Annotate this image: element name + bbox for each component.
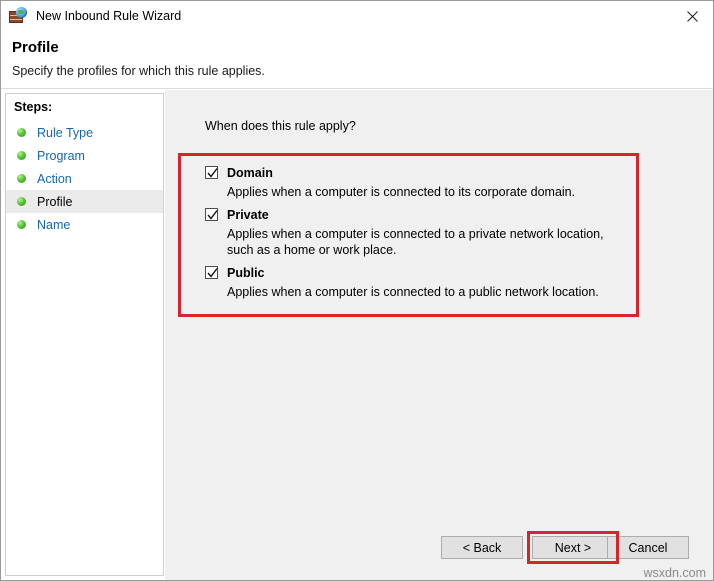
private-checkbox[interactable] [205,208,218,221]
domain-label: Domain [227,166,273,180]
step-bullet-icon [17,197,26,206]
step-bullet-icon [17,174,26,183]
window-title: New Inbound Rule Wizard [36,9,181,23]
close-icon[interactable] [669,1,714,31]
page-title: Profile [12,39,59,56]
sidebar-item-program[interactable]: Program [6,144,163,167]
private-description: Applies when a computer is connected to … [227,226,625,258]
step-bullet-icon [17,128,26,137]
step-bullet-icon [17,151,26,160]
watermark: wsxdn.com [643,566,706,580]
wizard-footer: < Back Next > Cancel wsxdn.com [165,521,714,581]
sidebar-item-action[interactable]: Action [6,167,163,190]
page-subtitle: Specify the profiles for which this rule… [12,64,265,78]
steps-heading: Steps: [14,100,52,114]
domain-checkbox[interactable] [205,166,218,179]
content-panel: When does this rule apply? Domain Applie… [165,90,714,581]
back-button[interactable]: < Back [441,536,523,559]
sidebar-item-label: Rule Type [37,126,93,140]
sidebar-item-name[interactable]: Name [6,213,163,236]
profile-option-public: Public Applies when a computer is connec… [205,264,625,300]
firewall-globe-icon [9,7,27,25]
wizard-header: Profile Specify the profiles for which t… [1,31,714,89]
question-label: When does this rule apply? [205,119,356,133]
sidebar-item-rule-type[interactable]: Rule Type [6,121,163,144]
steps-list: Rule Type Program Action Profile Name [6,121,163,236]
cancel-button[interactable]: Cancel [607,536,689,559]
profile-options-group: Domain Applies when a computer is connec… [205,164,625,306]
sidebar-item-label: Profile [37,195,72,209]
sidebar-item-label: Program [37,149,85,163]
step-bullet-icon [17,220,26,229]
sidebar-item-label: Name [37,218,70,232]
profile-option-domain: Domain Applies when a computer is connec… [205,164,625,200]
profile-option-private: Private Applies when a computer is conne… [205,206,625,258]
public-label: Public [227,266,265,280]
private-label: Private [227,208,269,222]
new-inbound-rule-wizard-window: New Inbound Rule Wizard Profile Specify … [0,0,714,581]
domain-description: Applies when a computer is connected to … [227,184,625,200]
sidebar-item-profile[interactable]: Profile [6,190,163,213]
steps-sidebar: Steps: Rule Type Program Action Profile … [5,93,164,576]
title-bar: New Inbound Rule Wizard [1,1,714,31]
public-description: Applies when a computer is connected to … [227,284,625,300]
public-checkbox[interactable] [205,266,218,279]
next-button[interactable]: Next > [532,536,614,559]
sidebar-item-label: Action [37,172,72,186]
